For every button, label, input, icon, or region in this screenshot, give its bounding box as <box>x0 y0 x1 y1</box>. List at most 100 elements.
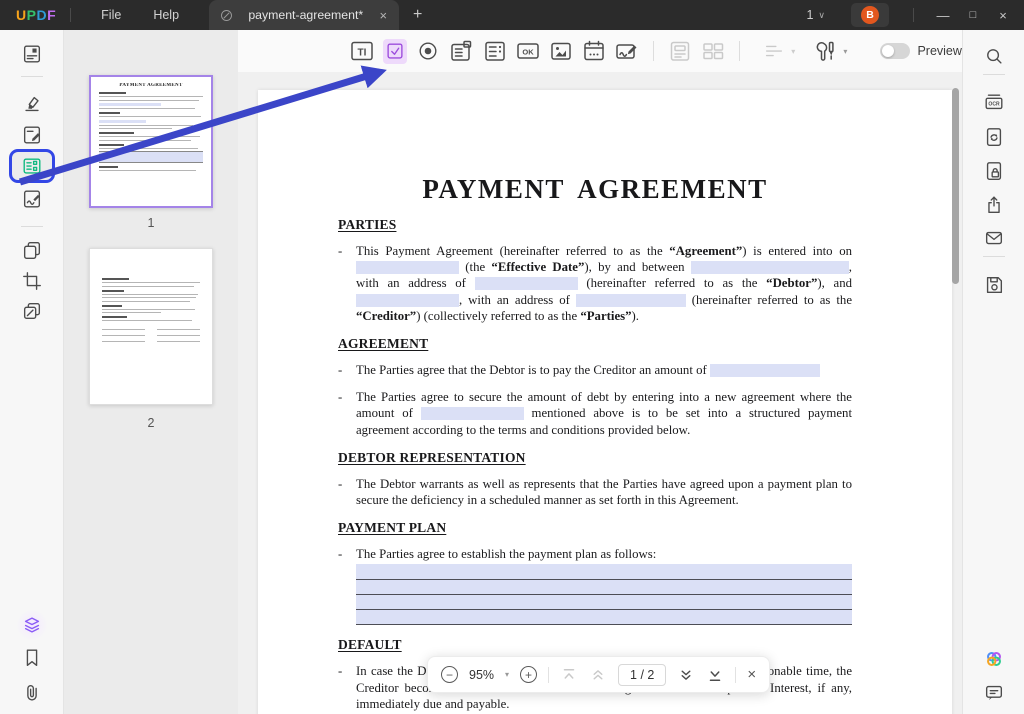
share-tool[interactable] <box>983 194 1005 216</box>
section-heading: PARTIES <box>338 217 852 233</box>
divider <box>548 667 549 683</box>
dropdown-tool[interactable] <box>449 39 473 64</box>
menu-help[interactable]: Help <box>137 8 195 22</box>
section-heading: AGREEMENT <box>338 336 852 352</box>
chevron-down-icon: ▾ <box>843 47 847 56</box>
field-properties-tool[interactable] <box>814 39 838 64</box>
svg-text:TI: TI <box>358 48 367 59</box>
minimize-button[interactable]: — <box>928 8 958 23</box>
avatar[interactable]: B <box>861 6 879 24</box>
sign-tool[interactable] <box>21 188 43 210</box>
close-button[interactable]: × <box>988 8 1018 23</box>
form-field-blank[interactable] <box>576 294 686 307</box>
form-field-blank[interactable] <box>710 364 820 377</box>
last-page-button[interactable] <box>706 666 724 684</box>
maximize-button[interactable]: □ <box>958 9 988 21</box>
organize-pages-tool[interactable] <box>21 239 43 261</box>
layout-grid-tool-disabled <box>701 39 725 64</box>
tab-pen-icon <box>219 8 234 23</box>
account-chip[interactable]: B <box>851 3 889 27</box>
divider <box>739 41 740 61</box>
section-heading: DEBTOR REPRESENTATION <box>338 450 852 466</box>
new-tab-button[interactable]: + <box>413 6 422 24</box>
page-thumbnail-2[interactable] <box>89 248 213 405</box>
chevron-down-icon: ▾ <box>791 47 795 56</box>
vertical-scrollbar[interactable] <box>952 88 959 284</box>
updf-app: UPDF File Help payment-agreement* × + 1 … <box>0 0 1024 714</box>
ocr-tool[interactable]: OCR <box>983 91 1005 113</box>
page-thumbnail-1[interactable]: PAYMENT AGREEMENT <box>89 75 213 208</box>
image-field-tool[interactable] <box>549 39 573 64</box>
chevron-down-icon[interactable]: ▾ <box>505 670 509 679</box>
extract-tool[interactable] <box>21 300 43 322</box>
form-field-blank[interactable] <box>356 294 459 307</box>
document-page: PAYMENT AGREEMENT PARTIES-This Payment A… <box>258 90 952 714</box>
date-field-tool[interactable] <box>582 39 606 64</box>
alignment-tool-disabled <box>762 39 786 64</box>
form-field-multiline[interactable] <box>356 564 852 625</box>
form-field-blank[interactable] <box>475 277 578 290</box>
preview-toggle[interactable] <box>880 43 910 59</box>
edit-pdf-tool[interactable] <box>21 124 43 146</box>
right-toolbar: OCR <box>962 30 1024 714</box>
svg-text:OK: OK <box>522 48 534 57</box>
convert-tool[interactable] <box>983 126 1005 148</box>
attachment-tool[interactable] <box>21 682 43 704</box>
titlebar: UPDF File Help payment-agreement* × + 1 … <box>0 0 1024 30</box>
previous-page-button <box>589 666 607 684</box>
paragraph: -The Parties agree to secure the amount … <box>338 389 852 438</box>
section-heading: DEFAULT <box>338 637 852 653</box>
annotate-tool[interactable] <box>21 43 43 65</box>
section-heading: PAYMENT PLAN <box>338 520 852 536</box>
feedback-tool[interactable] <box>983 682 1005 704</box>
save-tool[interactable] <box>983 274 1005 296</box>
bullet-dash: - <box>338 663 356 712</box>
next-page-button[interactable] <box>677 666 695 684</box>
close-toolbar-button[interactable]: × <box>747 666 756 683</box>
push-button-tool[interactable]: OK <box>516 39 540 64</box>
document-title: PAYMENT AGREEMENT <box>338 174 852 205</box>
email-tool[interactable] <box>983 227 1005 249</box>
paragraph: -The Debtor warrants as well as represen… <box>338 476 852 508</box>
highlighter-tool[interactable] <box>21 93 43 115</box>
ai-assistant-tool[interactable] <box>17 610 47 640</box>
bookmark-tool[interactable] <box>21 647 43 669</box>
checkbox-tool[interactable] <box>383 39 407 64</box>
zoom-in-button[interactable]: + <box>520 666 537 683</box>
updf-logo: UPDF <box>16 7 56 23</box>
tab-close-icon[interactable]: × <box>377 8 389 23</box>
signature-field-tool[interactable] <box>615 39 639 64</box>
zoom-level[interactable]: 95% <box>469 668 494 682</box>
form-field-blank[interactable] <box>356 261 459 274</box>
thumb-title: PAYMENT AGREEMENT <box>99 83 203 88</box>
page-indicator[interactable]: 1 / 2 <box>618 664 666 686</box>
menu-file[interactable]: File <box>85 8 137 22</box>
first-page-button <box>560 666 578 684</box>
form-field-blank[interactable] <box>691 261 849 274</box>
text-field-tool[interactable]: TI <box>350 39 374 64</box>
crop-tool[interactable] <box>21 270 43 292</box>
divider <box>653 41 654 61</box>
prepare-form-tool-selected[interactable] <box>9 149 55 183</box>
divider <box>913 8 914 22</box>
form-recognition-tool-disabled <box>668 39 692 64</box>
bullet-dash: - <box>338 243 356 324</box>
bullet-dash: - <box>338 389 356 438</box>
search-tool[interactable] <box>983 45 1005 67</box>
protect-tool[interactable] <box>983 160 1005 182</box>
open-docs-dropdown[interactable]: 1 ∨ <box>806 8 825 22</box>
document-body: PARTIES-This Payment Agreement (hereinaf… <box>338 217 852 712</box>
document-viewer[interactable]: PAYMENT AGREEMENT PARTIES-This Payment A… <box>238 72 962 714</box>
preview-label: Preview <box>917 44 961 58</box>
zoom-page-toolbar: − 95% ▾ + 1 / 2 × <box>427 656 770 693</box>
page-number-1: 1 <box>89 216 213 230</box>
form-field-blank[interactable] <box>421 407 524 420</box>
zoom-out-button[interactable]: − <box>441 666 458 683</box>
chevron-down-icon: ∨ <box>818 10 825 21</box>
ai-flower-icon[interactable] <box>983 648 1005 670</box>
page-number-2: 2 <box>89 416 213 430</box>
bullet-dash: - <box>338 546 356 625</box>
list-box-tool[interactable] <box>483 39 507 64</box>
document-tab[interactable]: payment-agreement* × <box>209 0 399 30</box>
radio-button-tool[interactable] <box>416 39 440 64</box>
